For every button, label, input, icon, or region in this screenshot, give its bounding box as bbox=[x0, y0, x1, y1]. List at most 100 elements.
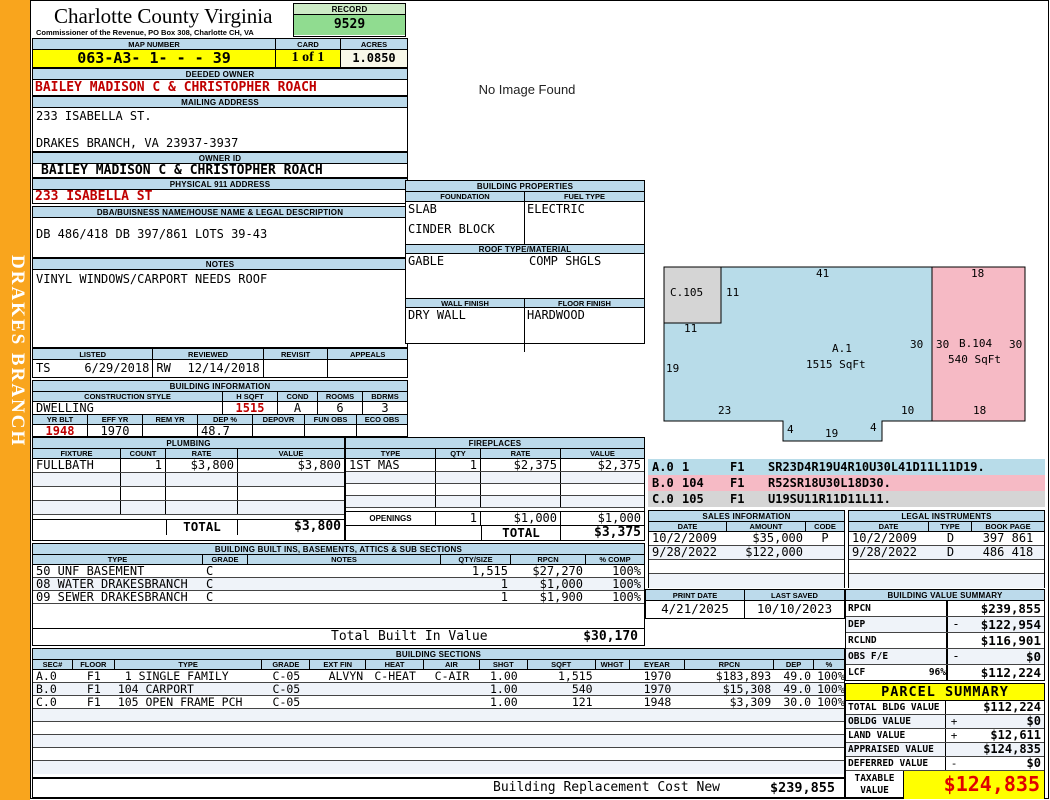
parcel-summary-band: PARCEL SUMMARY bbox=[846, 684, 1044, 701]
sections-header-extfin: EXT FIN bbox=[310, 660, 367, 669]
built-ins-header-type: TYPE bbox=[33, 555, 203, 564]
building-section-empty-row bbox=[33, 722, 844, 735]
building-info-band: BUILDING INFORMATION bbox=[33, 381, 407, 392]
plumbing-empty-row bbox=[33, 473, 344, 487]
value-summary-row: LCF 96% $112,224 bbox=[846, 665, 1044, 681]
district-name: DRAKES BRANCH bbox=[7, 255, 28, 448]
revisit-cell bbox=[264, 360, 329, 377]
plumbing-header-fixture: FIXTURE bbox=[33, 449, 121, 458]
legal-band: LEGAL INSTRUMENTS bbox=[849, 511, 1044, 522]
hsqft-value: 1515 bbox=[223, 402, 278, 414]
deeded-owner-value: BAILEY MADISON C & CHRISTOPHER ROACH bbox=[35, 80, 317, 95]
sections-header-dep: DEP bbox=[774, 660, 815, 669]
fireplaces-header-value: VALUE bbox=[590, 449, 615, 458]
plumbing-table: PLUMBING FIXTURE COUNT RATE VALUE FULLBA… bbox=[32, 437, 345, 541]
parcel-row: LAND VALUE + $12,611 bbox=[846, 729, 1044, 743]
mailing-address-box: MAILING ADDRESS 233 ISABELLA ST. DRAKES … bbox=[32, 96, 408, 152]
fireplaces-total-row: TOTAL $3,375 bbox=[346, 525, 644, 541]
bdrms-value: 3 bbox=[381, 402, 389, 414]
sketch-dim: 19 bbox=[666, 362, 680, 375]
listed-label: LISTED bbox=[33, 349, 154, 359]
acres-label: ACRES bbox=[360, 40, 388, 49]
built-ins-table: BUILDING BUILT INS, BASEMENTS, ATTICS & … bbox=[32, 543, 645, 646]
last-saved-label: LAST SAVED bbox=[771, 591, 818, 600]
building-sections-table: BUILDING SECTIONS SEC# FLOOR TYPE GRADE … bbox=[32, 648, 845, 778]
built-ins-header-notes: NOTES bbox=[248, 555, 441, 564]
sales-empty-row bbox=[649, 560, 844, 574]
legal-empty-row bbox=[849, 574, 1044, 588]
sketch-dim: 23 bbox=[718, 404, 732, 417]
legal-description-box: DBA/BUISNESS NAME/HOUSE NAME & LEGAL DES… bbox=[32, 206, 408, 258]
effyr-label: EFF YR bbox=[88, 415, 143, 424]
building-sketch: 41 18 C.105 11 11 19 30 30 B.104 30 540 … bbox=[648, 255, 1045, 455]
reviewed-label: REVIEWED bbox=[153, 349, 264, 359]
deeded-owner-box: DEEDED OWNER BAILEY MADISON C & CHRISTOP… bbox=[32, 68, 408, 96]
building-properties-band: BUILDING PROPERTIES bbox=[406, 181, 644, 192]
plumbing-row: FULLBATH 1 $3,800 $3,800 bbox=[33, 459, 344, 473]
rooms-value: 6 bbox=[318, 402, 363, 414]
built-ins-header-qty: QTY/SIZE bbox=[441, 555, 511, 564]
sketch-section-b-area: 540 SqFt bbox=[948, 353, 1001, 366]
built-ins-row: 09 SEWER DRAKESBRANCH C 1 $1,900 100% bbox=[33, 591, 644, 604]
fireplaces-header-rate: RATE bbox=[481, 449, 561, 458]
fireplaces-table: FIREPLACES TYPE QTY RATE VALUE 1ST MAS 1… bbox=[345, 437, 645, 541]
fireplaces-total-label: TOTAL bbox=[481, 526, 561, 541]
roof-material-value: COMP SHGLS bbox=[529, 254, 602, 268]
taxable-value-label: TAXABLE VALUE bbox=[846, 771, 904, 799]
plumbing-total-label: TOTAL bbox=[166, 520, 238, 535]
dep-label: DEP % bbox=[198, 415, 253, 424]
physical-address-value: 233 ISABELLA ST bbox=[35, 189, 153, 204]
sections-header-comp: % COMP bbox=[825, 660, 833, 669]
sales-information-table: SALES INFORMATION DATE AMOUNT CODE 10/2/… bbox=[648, 510, 845, 588]
legal-row: 9/28/2022 D 486 418 bbox=[849, 546, 1044, 560]
sketch-dim: 30 bbox=[1009, 338, 1023, 351]
plumbing-band: PLUMBING bbox=[33, 438, 344, 449]
bdrms-label: BDRMS bbox=[371, 392, 399, 401]
taxable-value-row: TAXABLE VALUE $124,835 bbox=[846, 771, 1044, 799]
sketch-section-c-label: C.105 bbox=[670, 286, 704, 299]
value-summary-row: OBS F/E - $0 bbox=[846, 649, 1044, 665]
commissioner-line: Commissioner of the Revenue, PO Box 308,… bbox=[36, 28, 254, 37]
fuel-value: ELECTRIC bbox=[527, 202, 585, 216]
foundation-label: FOUNDATION bbox=[406, 192, 525, 201]
reviewed-by: RW bbox=[156, 361, 171, 375]
fireplaces-row: 1ST MAS 1 $2,375 $2,375 bbox=[346, 459, 644, 472]
reviewed-date: 12/14/2018 bbox=[187, 361, 260, 375]
appeals-label: APPEALS bbox=[349, 350, 386, 359]
county-header: Charlotte County Virginia Commissioner o… bbox=[36, 4, 292, 37]
value-summary-band: BUILDING VALUE SUMMARY bbox=[846, 590, 1044, 601]
built-ins-band: BUILDING BUILT INS, BASEMENTS, ATTICS & … bbox=[33, 544, 644, 555]
district-sidebar: DRAKES BRANCH bbox=[0, 0, 30, 800]
sales-row: 10/2/2009 $35,000 P bbox=[649, 532, 844, 546]
replacement-cost-value: $239,855 bbox=[769, 780, 835, 796]
floor-finish-label: FLOOR FINISH bbox=[558, 299, 611, 307]
sketch-vector-list: A.0 1 F1 SR23D4R19U4R10U30L41D11L11D19. … bbox=[648, 459, 1045, 507]
appeals-cell bbox=[328, 360, 407, 377]
sketch-dim: 19 bbox=[825, 427, 839, 440]
built-ins-row: 50 UNF BASEMENT C 1,515 $27,270 100% bbox=[33, 565, 644, 578]
built-ins-total-row: Total Built In Value $30,170 bbox=[33, 628, 644, 645]
roof-value-row: GABLE COMP SHGLS bbox=[406, 254, 644, 298]
built-ins-header-grade: GRADE bbox=[203, 555, 248, 564]
replacement-cost-row: Building Replacement Cost New $239,855 bbox=[32, 778, 845, 798]
floor-finish-value: HARDWOOD bbox=[527, 308, 585, 322]
vector-row-b: B.0 104 F1 R52SR18U30L18D30. bbox=[648, 475, 1045, 491]
listed-date: 6/29/2018 bbox=[84, 361, 150, 375]
parcel-row: TOTAL BLDG VALUE $112,224 bbox=[846, 701, 1044, 715]
sketch-dim: 18 bbox=[973, 404, 987, 417]
fireplaces-total-value: $3,375 bbox=[594, 526, 641, 540]
mailing-line1: 233 ISABELLA ST. bbox=[36, 109, 152, 123]
print-date-label: PRINT DATE bbox=[646, 590, 745, 600]
county-title: Charlotte County Virginia bbox=[54, 4, 273, 28]
sections-header-type: TYPE bbox=[115, 660, 263, 669]
built-ins-header-comp: % COMP bbox=[599, 555, 631, 564]
sales-header-code: CODE bbox=[814, 522, 836, 531]
built-ins-total-value: $30,170 bbox=[583, 629, 638, 644]
built-ins-total-label: Total Built In Value bbox=[331, 629, 488, 644]
value-summary-row: RPCN $239,855 bbox=[846, 601, 1044, 617]
plumbing-empty-row bbox=[33, 487, 344, 501]
sketch-section-a-area: 1515 SqFt bbox=[806, 358, 866, 371]
acres-value: 1.0850 bbox=[341, 50, 407, 67]
built-ins-row: 08 WATER DRAKESBRANCH C 1 $1,000 100% bbox=[33, 578, 644, 591]
notes-value: VINYL WINDOWS/CARPORT NEEDS ROOF bbox=[36, 272, 268, 286]
